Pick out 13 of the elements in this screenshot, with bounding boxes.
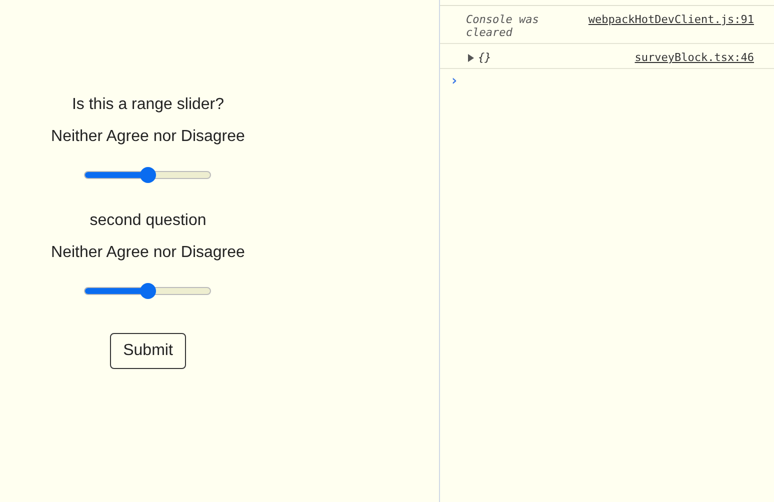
submit-button[interactable]: Submit (110, 333, 186, 369)
console-message: Console was cleared (466, 13, 540, 39)
source-link[interactable]: surveyBlock.tsx:46 (634, 51, 754, 64)
prompt-caret: › (450, 73, 458, 89)
slider-thumb[interactable] (140, 167, 156, 183)
collapse-triangle-icon[interactable] (468, 54, 474, 62)
answer-label: Neither Agree nor Disagree (51, 127, 245, 146)
question-text: Is this a range slider? (72, 95, 224, 114)
slider-thumb[interactable] (140, 283, 156, 299)
answer-label: Neither Agree nor Disagree (51, 243, 245, 262)
question-text: second question (90, 211, 206, 230)
console-object: {} (478, 51, 492, 64)
source-link[interactable]: webpackHotDevClient.js:91 (588, 13, 754, 26)
